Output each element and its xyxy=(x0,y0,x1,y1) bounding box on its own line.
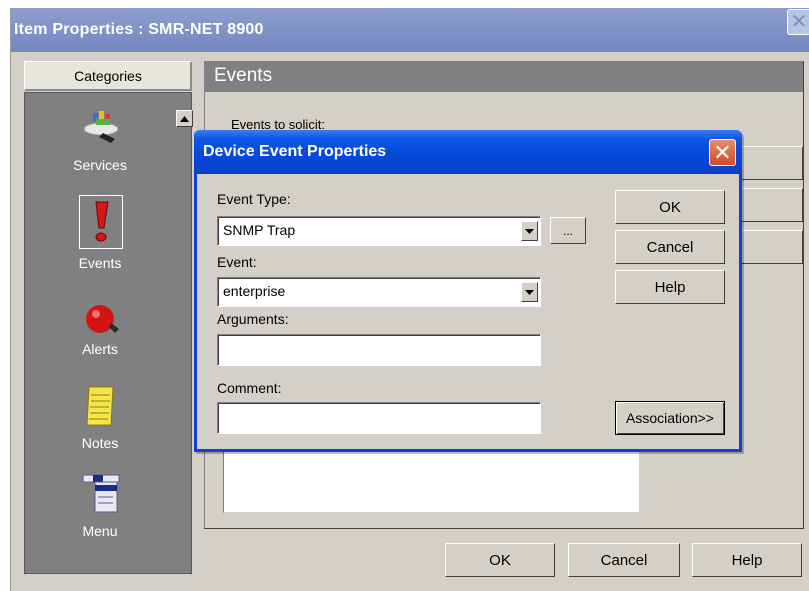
device-event-properties-dialog: Device Event Properties ✕ Event Type: SN… xyxy=(194,130,742,452)
dialog-title: Device Event Properties xyxy=(203,143,387,160)
alerts-icon xyxy=(81,299,119,339)
events-header: Events xyxy=(205,62,803,92)
association-button[interactable]: Association>> xyxy=(615,401,725,435)
cancel-button[interactable]: Cancel xyxy=(568,543,680,577)
dialog-ok-button[interactable]: OK xyxy=(615,190,725,224)
arguments-label: Arguments: xyxy=(217,311,289,327)
category-label-services: Services xyxy=(73,157,127,173)
comment-input[interactable] xyxy=(217,402,541,434)
window-titlebar[interactable]: Item Properties : SMR-NET 8900 xyxy=(11,8,809,52)
events-icon xyxy=(81,200,119,242)
category-label-menu: Menu xyxy=(82,523,118,539)
dialog-titlebar[interactable]: Device Event Properties ✕ xyxy=(194,130,742,174)
dialog-ok-label: OK xyxy=(659,198,681,216)
browse-button-label: ... xyxy=(562,223,573,238)
menu-icon xyxy=(81,473,120,513)
arrow-up-icon xyxy=(180,115,189,122)
dialog-cancel-label: Cancel xyxy=(646,238,694,256)
event-select[interactable]: enterprise xyxy=(217,277,541,307)
event-type-select[interactable]: SNMP Trap xyxy=(217,216,541,246)
notes-icon xyxy=(81,385,119,426)
ok-button[interactable]: OK xyxy=(445,543,555,577)
category-item-events[interactable]: Events xyxy=(25,195,175,277)
association-label: Association>> xyxy=(626,410,714,426)
category-label-alerts: Alerts xyxy=(82,341,118,357)
services-icon xyxy=(81,107,119,147)
cancel-button-label: Cancel xyxy=(600,551,648,569)
dialog-help-button[interactable]: Help xyxy=(615,270,725,304)
window-title: Item Properties : SMR-NET 8900 xyxy=(14,21,264,38)
categories-header-label: Categories xyxy=(74,68,142,84)
categories-panel: Services Events Alerts Notes Menu xyxy=(24,92,193,574)
category-label-events: Events xyxy=(78,255,122,271)
arguments-input[interactable] xyxy=(217,334,541,366)
close-icon: ✕ xyxy=(790,11,808,33)
window-close-button[interactable]: ✕ xyxy=(787,9,809,35)
dialog-help-label: Help xyxy=(654,278,686,296)
help-button[interactable]: Help xyxy=(692,543,802,577)
browse-event-type-button[interactable]: ... xyxy=(550,217,586,244)
ok-button-label: OK xyxy=(489,551,511,569)
dialog-close-button[interactable]: ✕ xyxy=(709,139,736,166)
chevron-down-icon[interactable] xyxy=(521,282,538,302)
chevron-down-icon[interactable] xyxy=(521,221,538,241)
category-item-alerts[interactable]: Alerts xyxy=(25,299,175,369)
category-item-notes[interactable]: Notes xyxy=(25,385,175,457)
close-icon: ✕ xyxy=(713,139,732,165)
categories-header: Categories xyxy=(24,61,192,91)
event-label: Event: xyxy=(217,254,257,270)
category-item-services[interactable]: Services xyxy=(25,107,175,187)
category-label-notes: Notes xyxy=(81,435,119,451)
help-button-label: Help xyxy=(731,551,763,569)
comment-label: Comment: xyxy=(217,380,282,396)
event-type-value: SNMP Trap xyxy=(223,222,296,238)
dialog-cancel-button[interactable]: Cancel xyxy=(615,230,725,264)
event-value: enterprise xyxy=(223,283,286,299)
event-type-label: Event Type: xyxy=(217,191,291,207)
scroll-up-button[interactable] xyxy=(176,110,193,127)
category-item-menu[interactable]: Menu xyxy=(25,473,175,547)
